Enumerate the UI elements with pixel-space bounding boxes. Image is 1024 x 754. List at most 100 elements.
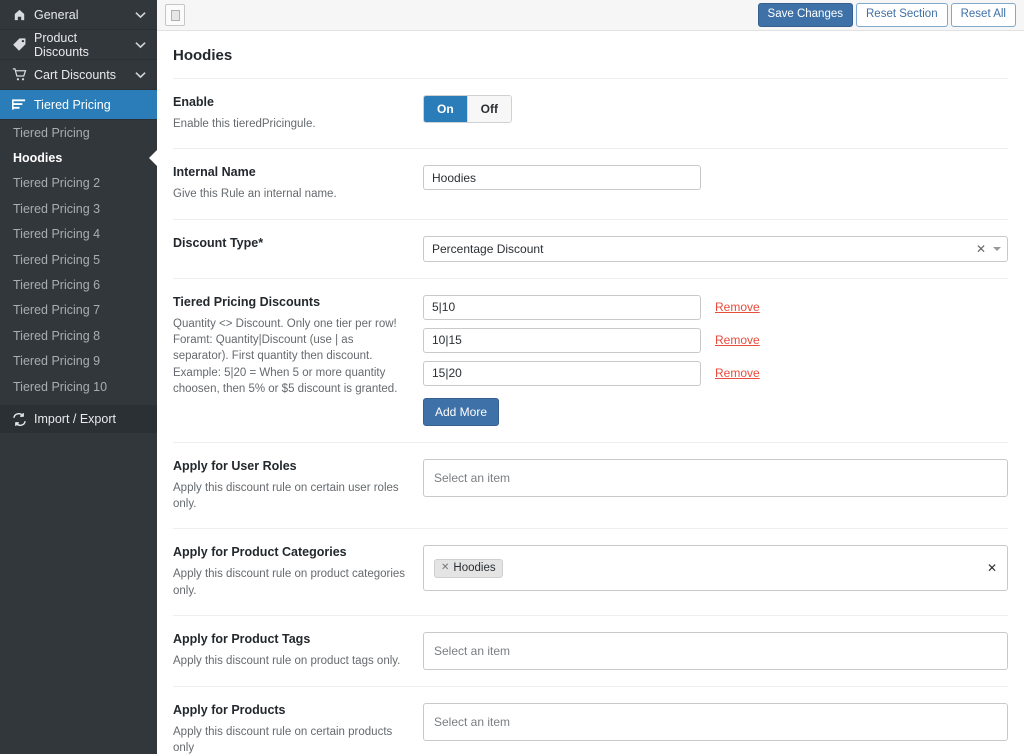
field-description: Give this Rule an internal name. — [173, 188, 337, 201]
sidebar-group-general[interactable]: General — [0, 0, 157, 30]
field-internal-name: Internal Name Give this Rule an internal… — [173, 148, 1008, 218]
field-label-group: Enable Enable this tieredPricingule. — [173, 95, 423, 132]
home-icon — [12, 7, 34, 22]
sidebar-item-tiered-pricing-7[interactable]: Tiered Pricing 7 — [0, 298, 157, 323]
remove-tier-link[interactable]: Remove — [715, 300, 760, 314]
clear-x-icon[interactable]: ✕ — [971, 242, 991, 256]
save-changes-button[interactable]: Save Changes — [757, 2, 853, 28]
field-user-roles: Apply for User Roles Apply this discount… — [173, 441, 1008, 529]
sidebar-item-tiered-pricing-8[interactable]: Tiered Pricing 8 — [0, 323, 157, 348]
field-control: ✕ Hoodies ✕ — [423, 545, 1008, 599]
clear-x-icon[interactable]: ✕ — [979, 561, 997, 575]
placeholder-text: Select an item — [434, 643, 511, 658]
sidebar-item-label: Tiered Pricing 6 — [13, 278, 101, 293]
products-select[interactable]: Select an item — [423, 702, 1008, 741]
field-title: Discount Type* — [173, 235, 264, 250]
sync-icon — [12, 412, 34, 427]
field-label-group: Tiered Pricing Discounts Quantity <> Dis… — [173, 295, 423, 426]
tag-icon — [12, 37, 34, 52]
tag-remove-icon[interactable]: ✕ — [441, 562, 449, 573]
sidebar-item-tiered-pricing-6[interactable]: Tiered Pricing 6 — [0, 272, 157, 297]
remove-tier-link[interactable]: Remove — [715, 366, 760, 380]
app-root: General Product Discounts Cart Discounts… — [0, 0, 1024, 754]
field-product-tags: Apply for Product Tags Apply this discou… — [173, 614, 1008, 686]
field-product-categories: Apply for Product Categories Apply this … — [173, 528, 1008, 615]
chevron-down-icon[interactable] — [133, 11, 147, 19]
placeholder-text: Select an item — [434, 470, 511, 485]
chevron-down-icon[interactable] — [993, 246, 1001, 251]
field-title: Apply for Product Tags — [173, 631, 311, 646]
sidebar-item-tiered-pricing-5[interactable]: Tiered Pricing 5 — [0, 247, 157, 272]
sidebar-item-label: Tiered Pricing 8 — [13, 328, 101, 343]
sidebar-item-tiered-pricing-2[interactable]: Tiered Pricing 2 — [0, 171, 157, 196]
sidebar-item-tiered-pricing-9[interactable]: Tiered Pricing 9 — [0, 349, 157, 374]
toggle-off-option[interactable]: Off — [466, 96, 511, 123]
field-title: Internal Name — [173, 165, 256, 180]
enable-toggle[interactable]: On Off — [423, 95, 512, 124]
settings-content: Hoodies Enable Enable this tieredPricing… — [157, 31, 1024, 754]
reset-all-button[interactable]: Reset All — [950, 2, 1016, 28]
sidebar-item-label: Tiered Pricing — [13, 125, 90, 140]
chevron-down-icon[interactable] — [133, 41, 147, 49]
product-tags-select[interactable]: Select an item — [423, 631, 1008, 670]
field-control: Select an item — [423, 631, 1008, 670]
sidebar-item-label: Tiered Pricing 5 — [13, 252, 101, 267]
field-description: Enable this tieredPricingule. — [173, 118, 316, 130]
tier-row: Remove — [423, 327, 1008, 353]
field-label-group: Internal Name Give this Rule an internal… — [173, 165, 423, 202]
field-title: Enable — [173, 95, 214, 109]
cart-icon — [12, 67, 34, 82]
tag-chip[interactable]: ✕ Hoodies — [434, 558, 503, 578]
field-label-group: Apply for User Roles Apply this discount… — [173, 459, 423, 513]
field-control — [423, 165, 1008, 202]
page-title: Hoodies — [173, 47, 233, 64]
toggle-on-option[interactable]: On — [424, 96, 467, 123]
tier-row: Remove — [423, 360, 1008, 386]
tier-input[interactable] — [423, 294, 701, 320]
sidebar-group-cart-discounts[interactable]: Cart Discounts — [0, 60, 157, 90]
field-title: Apply for Product Categories — [173, 545, 347, 560]
discount-type-value: Percentage Discount — [432, 241, 544, 256]
field-description: Apply this discount rule on certain user… — [173, 481, 399, 510]
toolbar-actions: Save Changes Reset Section Reset All — [757, 2, 1020, 28]
field-control: Select an item — [423, 702, 1008, 754]
sidebar-item-tiered-pricing-4[interactable]: Tiered Pricing 4 — [0, 222, 157, 247]
reset-section-button[interactable]: Reset Section — [856, 2, 948, 28]
panel-toggle-icon[interactable] — [165, 4, 185, 26]
field-label-group: Apply for Product Categories Apply this … — [173, 545, 423, 599]
discount-type-select[interactable]: Percentage Discount ✕ — [423, 235, 1008, 262]
sidebar-item-label: Tiered Pricing 10 — [13, 379, 108, 394]
tier-input[interactable] — [423, 327, 701, 353]
sidebar-group-product-discounts[interactable]: Product Discounts — [0, 30, 157, 60]
field-discount-type: Discount Type* Percentage Discount ✕ — [173, 218, 1008, 278]
sidebar-item-hoodies[interactable]: Hoodies — [0, 145, 157, 170]
sidebar-item-tiered-pricing-3[interactable]: Tiered Pricing 3 — [0, 196, 157, 221]
internal-name-input[interactable] — [423, 165, 701, 191]
sidebar-item-label: Tiered Pricing 7 — [13, 303, 101, 318]
field-products: Apply for Products Apply this discount r… — [173, 685, 1008, 754]
field-control: On Off — [423, 95, 1008, 132]
main-panel: Save Changes Reset Section Reset All Hoo… — [157, 0, 1024, 754]
placeholder-text: Select an item — [434, 714, 511, 729]
sidebar-item-import-export[interactable]: Import / Export — [0, 405, 157, 434]
product-categories-select[interactable]: ✕ Hoodies ✕ — [423, 545, 1008, 592]
tier-input[interactable] — [423, 360, 701, 386]
sidebar-item-label: Tiered Pricing 9 — [13, 354, 101, 369]
field-description: Apply this discount rule on certain prod… — [173, 725, 393, 754]
selected-tags: ✕ Hoodies — [434, 558, 979, 578]
sidebar-item-label: Tiered Pricing 3 — [13, 201, 101, 216]
sidebar-item-tiered-pricing-10[interactable]: Tiered Pricing 10 — [0, 374, 157, 399]
field-tiered-pricing-discounts: Tiered Pricing Discounts Quantity <> Dis… — [173, 277, 1008, 442]
add-more-button[interactable]: Add More — [423, 397, 500, 426]
user-roles-select[interactable]: Select an item — [423, 458, 1008, 497]
bars-icon — [12, 98, 34, 112]
field-control: Percentage Discount ✕ — [423, 235, 1008, 262]
chevron-down-icon[interactable] — [133, 71, 147, 79]
sidebar-item-tiered-pricing[interactable]: Tiered Pricing — [0, 120, 157, 145]
remove-tier-link[interactable]: Remove — [715, 333, 760, 347]
field-title: Tiered Pricing Discounts — [173, 294, 321, 309]
sidebar-group-label: Product Discounts — [34, 30, 89, 59]
sidebar-group-tiered-pricing[interactable]: Tiered Pricing — [0, 90, 157, 120]
panel-toggle-inner — [170, 9, 180, 21]
sidebar-footer-label: Import / Export — [34, 412, 116, 427]
